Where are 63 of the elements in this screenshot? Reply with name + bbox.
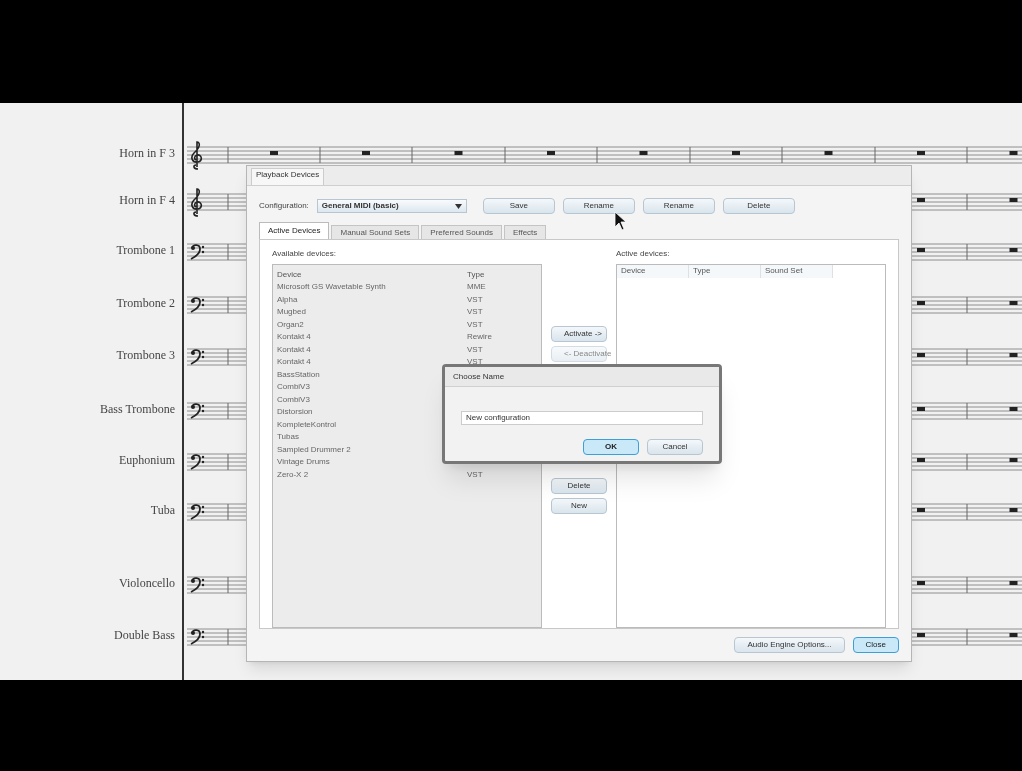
dialog-button[interactable]: Audio Engine Options... (734, 637, 845, 653)
instrument-name: Trombone 2 (116, 295, 175, 312)
table-cell: Mugbed (277, 306, 306, 319)
column-header[interactable]: Device (617, 265, 689, 278)
table-cell: Zero-X 2 (277, 468, 309, 481)
device-button[interactable]: Delete (551, 478, 607, 494)
column-header[interactable]: Type (689, 265, 761, 278)
column-header[interactable]: Sound Set (761, 265, 833, 278)
instrument-name: Horn in F 3 (119, 145, 175, 162)
instrument-name: Double Bass (114, 627, 175, 644)
instrument-name: Euphonium (119, 452, 175, 469)
table-cell: Vintage Drums (277, 456, 330, 469)
tab[interactable]: Effects (504, 225, 547, 239)
table-cell: Organ2 (277, 318, 304, 331)
instrument-name: Trombone 3 (116, 347, 175, 364)
table-cell: KompleteKontrol (277, 418, 337, 431)
dialog-title: Playback Devices (251, 168, 325, 185)
configuration-dropdown[interactable]: General MIDI (basic) (316, 199, 467, 213)
configuration-button[interactable]: Save (482, 198, 555, 214)
dialog-button[interactable]: Close (852, 637, 899, 653)
instrument-name: Bass Trombone (99, 401, 175, 418)
table-cell: Rewire (467, 331, 492, 344)
table-cell: MME (467, 281, 486, 294)
dialog-title: Choose Name (453, 370, 505, 383)
table-cell: Alpha (277, 293, 298, 306)
instrument-name: Trombone 1 (116, 242, 175, 259)
configuration-label: Configuration: (259, 200, 309, 212)
tab[interactable]: Manual Sound Sets (331, 225, 420, 239)
table-cell: Kontakt 4 (277, 331, 311, 344)
mouse-cursor-icon (614, 211, 628, 231)
dialog-button[interactable]: Cancel (647, 439, 703, 455)
table-cell: VST (467, 318, 483, 331)
configuration-button[interactable]: Rename (642, 198, 715, 214)
tab[interactable]: Active Devices (259, 222, 330, 239)
table-cell: Tubas (277, 431, 299, 444)
table-cell: Kontakt 4 (277, 343, 311, 356)
list-label: Active devices: (616, 248, 671, 260)
table-cell: Kontakt 4 (277, 356, 311, 369)
instrument-name: Horn in F 4 (119, 192, 175, 209)
table-cell: Distorsion (277, 406, 313, 419)
table-cell: BassStation (277, 368, 320, 381)
dialog-button[interactable]: OK (583, 439, 639, 455)
instrument-name: Tuba (150, 502, 175, 519)
device-button[interactable]: New (551, 498, 607, 514)
table-cell: CombiV3 (277, 381, 310, 394)
column-header[interactable]: Device (277, 269, 467, 281)
table-cell: VST (467, 468, 483, 481)
dropdown-arrow-icon (454, 203, 462, 209)
column-header[interactable]: Type (467, 269, 537, 281)
table-cell: CombiV3 (277, 393, 310, 406)
table-cell: VST (467, 343, 483, 356)
table-cell: Microsoft GS Wavetable Synth (277, 281, 386, 294)
table-cell: VST (467, 306, 483, 319)
table-cell: VST (467, 293, 483, 306)
name-field[interactable]: New configuration (461, 410, 703, 425)
configuration-button[interactable]: Delete (722, 198, 795, 214)
tab[interactable]: Preferred Sounds (421, 225, 502, 239)
list-label: Available devices: (272, 248, 337, 260)
table-cell: Sampled Drummer 2 (277, 443, 351, 456)
configuration-button[interactable]: Rename (562, 198, 635, 214)
device-button[interactable]: Activate -> (551, 326, 607, 342)
instrument-name: Violoncello (119, 575, 175, 592)
table-cell: VST (467, 356, 483, 369)
